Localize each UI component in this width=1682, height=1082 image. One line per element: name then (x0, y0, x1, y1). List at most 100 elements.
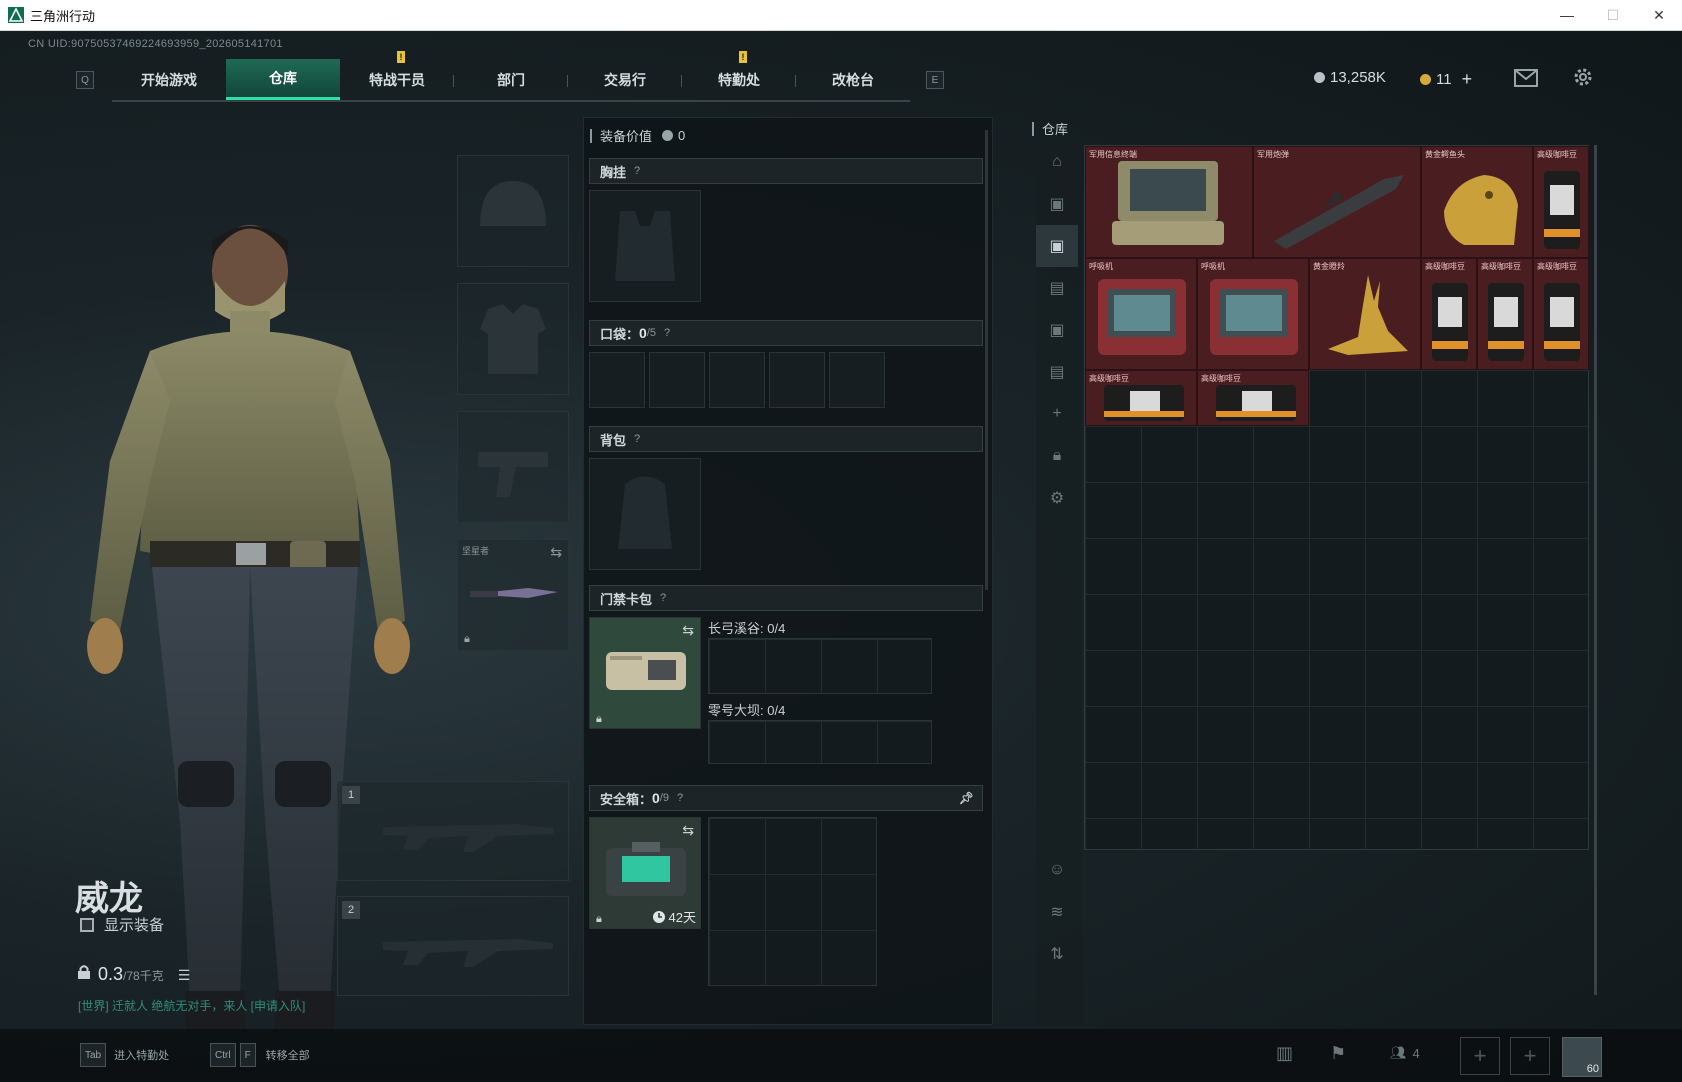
keycard-case-icon (606, 652, 686, 690)
safe-box-slot[interactable]: ⇆ 🔒︎ 42天 (589, 817, 701, 929)
player-avatar[interactable]: 60 (1562, 1037, 1602, 1077)
game-viewport: CN UID:9075053746922469395​9_20260514170… (0, 31, 1682, 1082)
swap-icon[interactable]: ⇆ (550, 544, 562, 561)
item-coffee-beans[interactable]: 高级咖啡豆 (1477, 258, 1533, 370)
rifle-silhouette-icon (383, 939, 553, 967)
item-coffee-beans[interactable]: 高级咖啡豆 (1533, 146, 1589, 258)
tab-start-game[interactable]: 开始游戏 (112, 59, 226, 100)
terminal-icon (1112, 161, 1224, 245)
pocket-slot[interactable] (649, 352, 705, 408)
help-icon[interactable]: ? (677, 792, 683, 804)
scrollbar[interactable] (985, 130, 988, 590)
help-icon[interactable]: ? (634, 165, 640, 177)
melee-name: 坚星者 (462, 546, 490, 556)
warehouse-scrollbar[interactable] (1594, 145, 1597, 995)
safe-box-grid[interactable] (708, 817, 877, 986)
transfer-all-hint[interactable]: Ctrl F 转移全部 (210, 1043, 310, 1067)
backpack-slot[interactable] (589, 458, 701, 570)
warehouse-tab-icon[interactable]: ▤ (1036, 267, 1078, 309)
item-ventilator[interactable]: 呼吸机 (1197, 258, 1309, 370)
melee-slot[interactable]: 坚星者 ⇆ 🔒︎ (457, 539, 569, 651)
pockets-header: 口袋： 0 /5 ? (589, 320, 983, 346)
tab-gunsmith[interactable]: 改枪台 (796, 59, 910, 100)
maximize-button[interactable]: ☐ (1590, 0, 1636, 31)
primary-weapon-slot[interactable]: 1 (337, 781, 569, 881)
tab-special-ops[interactable]: ! 特勤处 (682, 51, 796, 100)
help-icon[interactable]: ? (634, 433, 640, 445)
swap-icon[interactable]: ⇆ (682, 822, 694, 839)
show-equipment-checkbox[interactable] (80, 917, 94, 932)
tab-department[interactable]: 部门 (454, 59, 568, 100)
keycard-case-slot[interactable]: ⇆ 🔒︎ (589, 617, 701, 729)
settings-gear-icon[interactable] (1572, 66, 1594, 88)
item-military-terminal[interactable]: 军用信息终端 (1085, 146, 1253, 258)
warehouse-tab-icon[interactable]: ▤ (1036, 351, 1078, 393)
item-gold-gazelle[interactable]: 黄金瞪羚 (1309, 258, 1421, 370)
world-chat-line[interactable]: [世界] 迁就人 绝航无对手，来人 [申请入队] (78, 997, 305, 1014)
nav-prev-key[interactable]: Q (76, 71, 94, 89)
item-coffee-beans[interactable]: 高级咖啡豆 (1197, 370, 1309, 426)
sort-icon[interactable]: ⇅ (1036, 933, 1078, 975)
gold-croc-icon (1444, 175, 1518, 245)
tab-operators[interactable]: ! 特战干员 (340, 51, 454, 100)
coin-icon (1314, 72, 1325, 83)
pocket-slot[interactable] (829, 352, 885, 408)
missile-icon (1274, 175, 1404, 249)
stack-icon[interactable]: ≋ (1036, 891, 1078, 933)
keycard-map-a-grid[interactable] (708, 638, 932, 694)
item-coffee-beans[interactable]: 高级咖啡豆 (1421, 258, 1477, 370)
warehouse-tab-icon[interactable]: ▣ (1036, 183, 1078, 225)
warehouse-sidebar: ⌂ ▣ ▣ ▤ ▣ ▤ + 🔒︎ ⚙ ☺ ≋ ⇅ (1036, 141, 1082, 1025)
minimize-button[interactable]: — (1544, 0, 1590, 31)
item-gold-croc-head[interactable]: 黄金鳄鱼头 (1421, 146, 1533, 258)
warehouse-tab-icon[interactable]: ▣ (1036, 309, 1078, 351)
secondary-weapon-slot[interactable]: 2 (337, 896, 569, 996)
stats-chart-icon[interactable]: ▥ (1276, 1043, 1293, 1064)
warehouse-grid[interactable]: 军用信息终端 军用炮弹 黄金鳄鱼头 高级咖啡豆 呼吸机 呼吸机 黄金瞪羚 高级咖… (1084, 145, 1589, 850)
item-coffee-beans[interactable]: 高级咖啡豆 (1533, 258, 1589, 370)
pocket-slot[interactable] (709, 352, 765, 408)
chest-rig-slot[interactable] (589, 190, 701, 302)
lock-icon[interactable]: 🔒︎ (1036, 435, 1078, 477)
list-icon[interactable]: ☰ (178, 967, 191, 984)
close-button[interactable]: ✕ (1636, 0, 1682, 31)
mail-icon[interactable] (1514, 69, 1538, 87)
coin-balance[interactable]: 13,258K (1314, 69, 1386, 86)
pocket-slot[interactable] (769, 352, 825, 408)
friends-button[interactable]: 👥︎ 4 (1390, 1045, 1420, 1061)
add-tab-icon[interactable]: + (1036, 393, 1078, 435)
warehouse-tab-selected-icon[interactable]: ▣ (1036, 225, 1078, 267)
warehouse-all-icon[interactable]: ⌂ (1036, 141, 1078, 183)
operator-icon[interactable]: ☺ (1036, 849, 1078, 891)
item-military-shell[interactable]: 军用炮弹 (1253, 146, 1421, 258)
window-titlebar: 三角洲行动 — ☐ ✕ (0, 0, 1682, 31)
help-icon[interactable]: ? (660, 592, 666, 604)
enter-special-ops-hint[interactable]: Tab 进入特勤处 (80, 1043, 169, 1067)
armor-slot[interactable] (457, 283, 569, 395)
pocket-slot[interactable] (589, 352, 645, 408)
add-teammate-button[interactable]: + (1510, 1037, 1550, 1075)
swap-icon[interactable]: ⇆ (682, 622, 694, 639)
add-teammate-button[interactable]: + (1460, 1037, 1500, 1075)
helmet-slot[interactable] (457, 155, 569, 267)
settings-gear-icon[interactable]: ⚙ (1036, 477, 1078, 519)
lock-icon: 🔒︎ (596, 713, 602, 725)
pin-icon[interactable]: 📌︎ (959, 791, 974, 805)
chest-rig-header: 胸挂? (589, 158, 983, 184)
item-coffee-beans[interactable]: 高级咖啡豆 (1085, 370, 1197, 426)
flag-icon[interactable]: ⚑ (1330, 1043, 1346, 1064)
uid-label: CN UID:9075053746922469395​9_20260514170… (28, 38, 283, 50)
operator-name: 威龙 (75, 880, 143, 918)
keycard-map-b-grid[interactable] (708, 720, 932, 764)
pistol-slot[interactable] (457, 411, 569, 523)
safe-box-icon (606, 842, 686, 896)
top-nav: 开始游戏 仓库 ! 特战干员 部门 交易行 ! 特勤处 改枪台 (112, 51, 910, 102)
ticket-balance[interactable]: 11 + (1420, 69, 1472, 90)
item-ventilator[interactable]: 呼吸机 (1085, 258, 1197, 370)
add-currency-button[interactable]: + (1462, 69, 1473, 90)
help-icon[interactable]: ? (664, 327, 670, 339)
nav-next-key[interactable]: E (926, 71, 944, 89)
show-equipment-toggle[interactable]: 显示装备 (80, 914, 164, 935)
tab-trading[interactable]: 交易行 (568, 59, 682, 100)
tab-warehouse[interactable]: 仓库 (226, 59, 340, 100)
